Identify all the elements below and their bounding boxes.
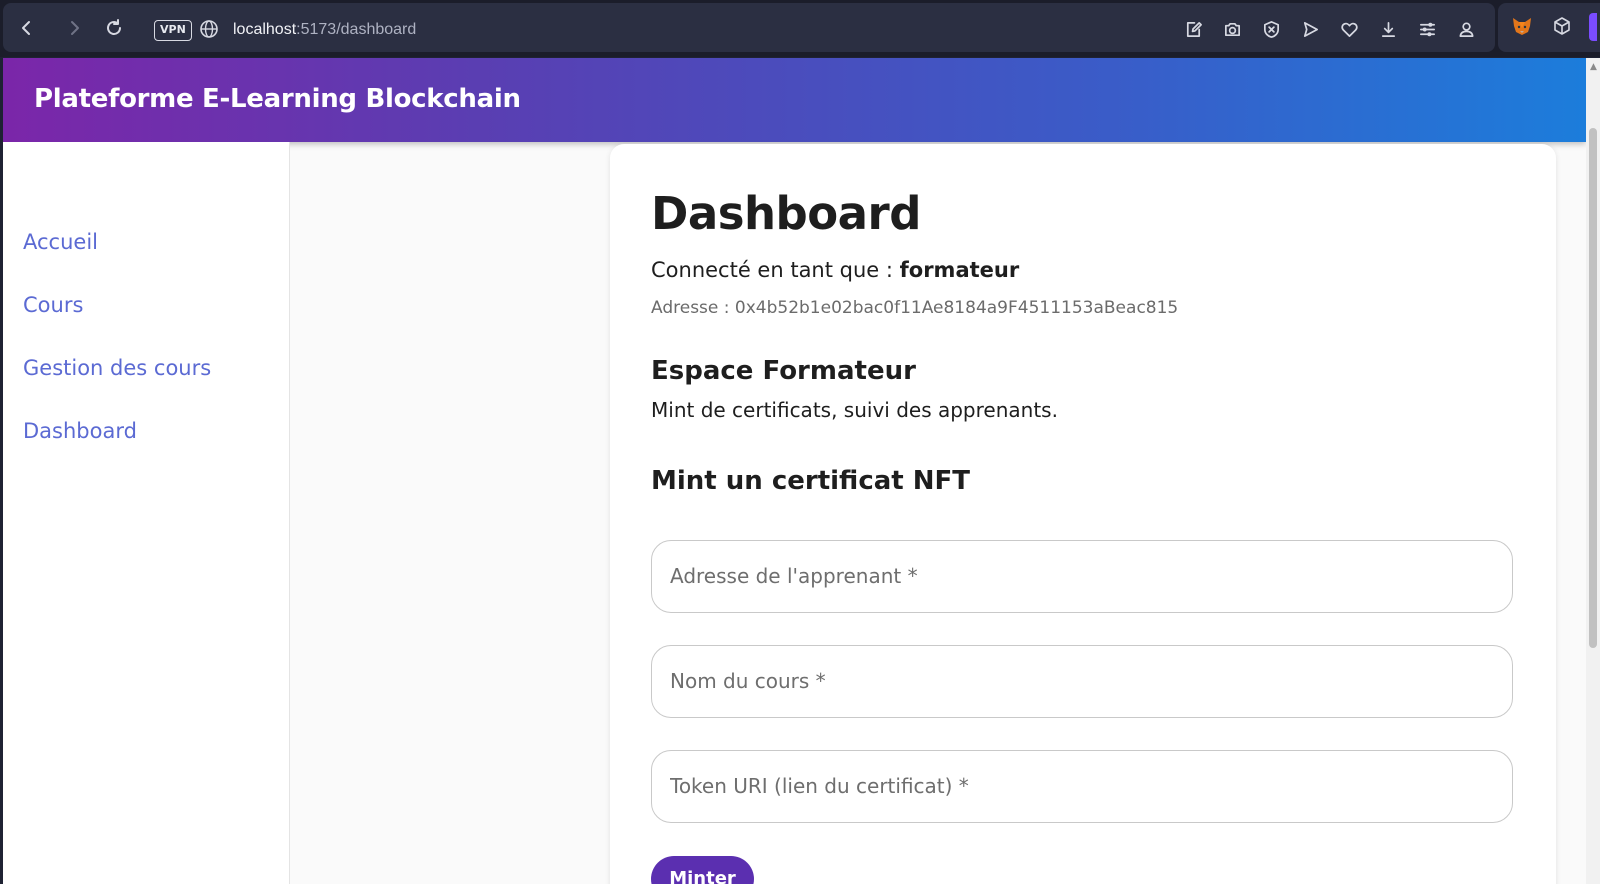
sidebar: Accueil Cours Gestion des cours Dashboar… — [3, 142, 290, 884]
profile-icon[interactable] — [1454, 17, 1479, 42]
scroll-up-icon[interactable]: ▲ — [1590, 62, 1597, 72]
token-uri-input[interactable] — [651, 750, 1513, 823]
sidebar-item-gestion-des-cours[interactable]: Gestion des cours — [23, 354, 211, 382]
back-icon[interactable] — [14, 15, 40, 41]
address-bar[interactable]: localhost:5173/dashboard — [233, 19, 416, 41]
toolbar-icons — [1181, 17, 1479, 42]
forward-icon[interactable] — [61, 15, 87, 41]
url-path: :5173/dashboard — [296, 21, 417, 38]
form-title: Mint un certificat NFT — [651, 466, 971, 496]
shield-icon[interactable] — [1259, 17, 1284, 42]
section-description: Mint de certificats, suivi des apprenant… — [651, 398, 1058, 422]
send-icon[interactable] — [1298, 17, 1323, 42]
box-extension-icon[interactable] — [1552, 16, 1572, 36]
vpn-badge[interactable]: VPN — [154, 20, 192, 41]
connected-as-text: Connecté en tant que : formateur — [651, 256, 1019, 284]
browser-chrome: VPN localhost:5173/dashboard — [0, 0, 1600, 57]
course-name-input[interactable] — [651, 645, 1513, 718]
wallet-address: Adresse : 0x4b52b1e02bac0f11Ae8184a9F451… — [651, 298, 1179, 318]
sidebar-item-dashboard[interactable]: Dashboard — [23, 417, 137, 445]
fox-extension-icon[interactable] — [1511, 15, 1533, 37]
page-scrollbar[interactable]: ▲ — [1586, 58, 1600, 884]
connected-prefix: Connecté en tant que : — [651, 258, 900, 282]
camera-icon[interactable] — [1220, 17, 1245, 42]
section-title: Espace Formateur — [651, 356, 916, 386]
browser-toolbar: VPN localhost:5173/dashboard — [3, 3, 1495, 52]
mint-button[interactable]: Minter — [651, 856, 754, 884]
scroll-thumb[interactable] — [1589, 128, 1597, 648]
learner-address-input[interactable] — [651, 540, 1513, 613]
dashboard-card: Dashboard Connecté en tant que : formate… — [610, 144, 1556, 884]
edit-icon[interactable] — [1181, 17, 1206, 42]
globe-icon — [200, 20, 218, 38]
sidebar-toggle-accent[interactable] — [1589, 13, 1597, 41]
sidebar-item-cours[interactable]: Cours — [23, 291, 83, 319]
download-icon[interactable] — [1376, 17, 1401, 42]
reload-icon[interactable] — [101, 15, 127, 41]
menu-icon[interactable] — [1415, 17, 1440, 42]
app-header: Plateforme E-Learning Blockchain — [3, 58, 1586, 142]
page-viewport: Plateforme E-Learning Blockchain Accueil… — [3, 58, 1586, 884]
app-title: Plateforme E-Learning Blockchain — [34, 84, 521, 114]
url-host: localhost — [233, 21, 297, 38]
user-role: formateur — [899, 258, 1020, 282]
page-title: Dashboard — [651, 187, 921, 240]
heart-icon[interactable] — [1337, 17, 1362, 42]
sidebar-item-accueil[interactable]: Accueil — [23, 228, 98, 256]
